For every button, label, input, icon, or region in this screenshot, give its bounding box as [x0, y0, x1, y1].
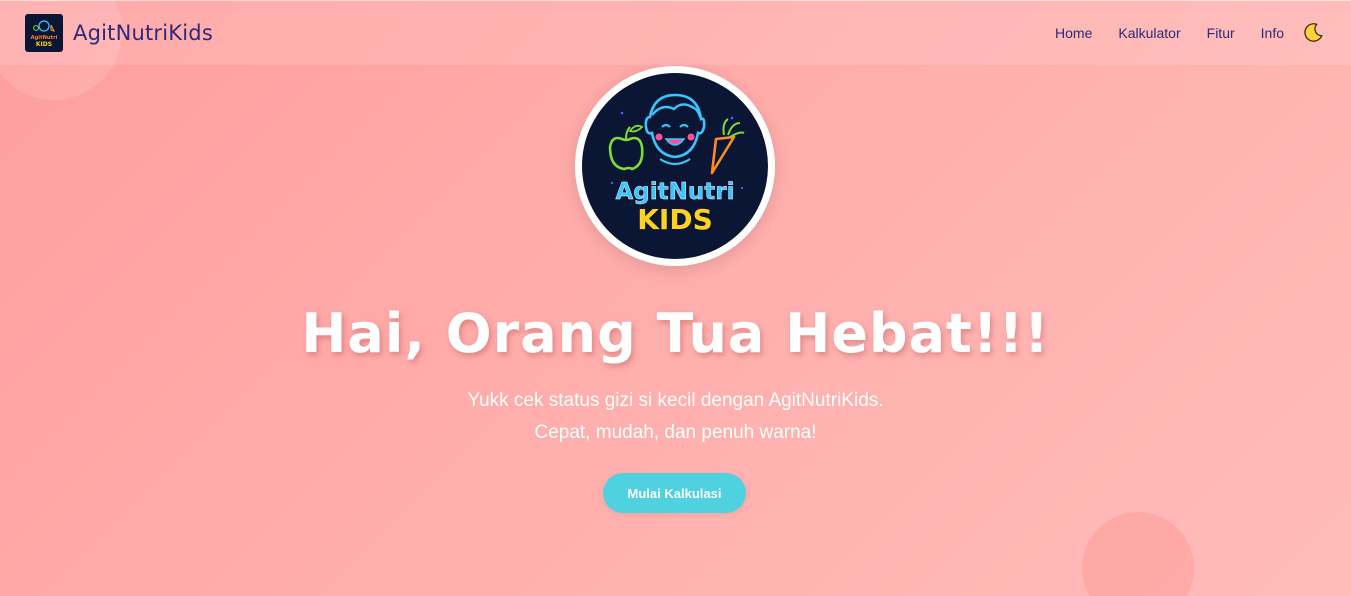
start-calculation-button[interactable]: Mulai Kalkulasi — [603, 473, 746, 513]
nav-link-home[interactable]: Home — [1055, 25, 1092, 41]
hero-subtitle-line1: Yukk cek status gizi si kecil dengan Agi… — [467, 390, 884, 411]
hero-logo-text-top: AgitNutri — [616, 179, 735, 205]
brand[interactable]: AgitNutri KIDS AgitNutriKids — [25, 14, 213, 52]
brand-logo-text-bottom: KIDS — [36, 41, 52, 48]
nav-link-fitur[interactable]: Fitur — [1207, 25, 1235, 41]
navbar: AgitNutri KIDS AgitNutriKids Home Kalkul… — [0, 0, 1351, 65]
hero-title: Hai, Orang Tua Hebat!!! — [301, 302, 1050, 365]
nav-links: Home Kalkulator Fitur Info — [1029, 20, 1326, 46]
decorative-circle — [1082, 512, 1194, 596]
hero-logo-image: AgitNutri KIDS — [582, 73, 768, 259]
brand-title: AgitNutriKids — [73, 21, 213, 45]
nav-link-info[interactable]: Info — [1261, 25, 1284, 41]
brand-logo: AgitNutri KIDS — [25, 14, 63, 52]
moon-icon[interactable] — [1300, 20, 1326, 46]
nav-link-kalkulator[interactable]: Kalkulator — [1118, 25, 1180, 41]
hero-logo: AgitNutri KIDS — [575, 66, 775, 266]
hero-logo-text-bottom: KIDS — [637, 203, 713, 236]
hero-subtitle-line2: Cepat, mudah, dan penuh warna! — [534, 422, 817, 443]
